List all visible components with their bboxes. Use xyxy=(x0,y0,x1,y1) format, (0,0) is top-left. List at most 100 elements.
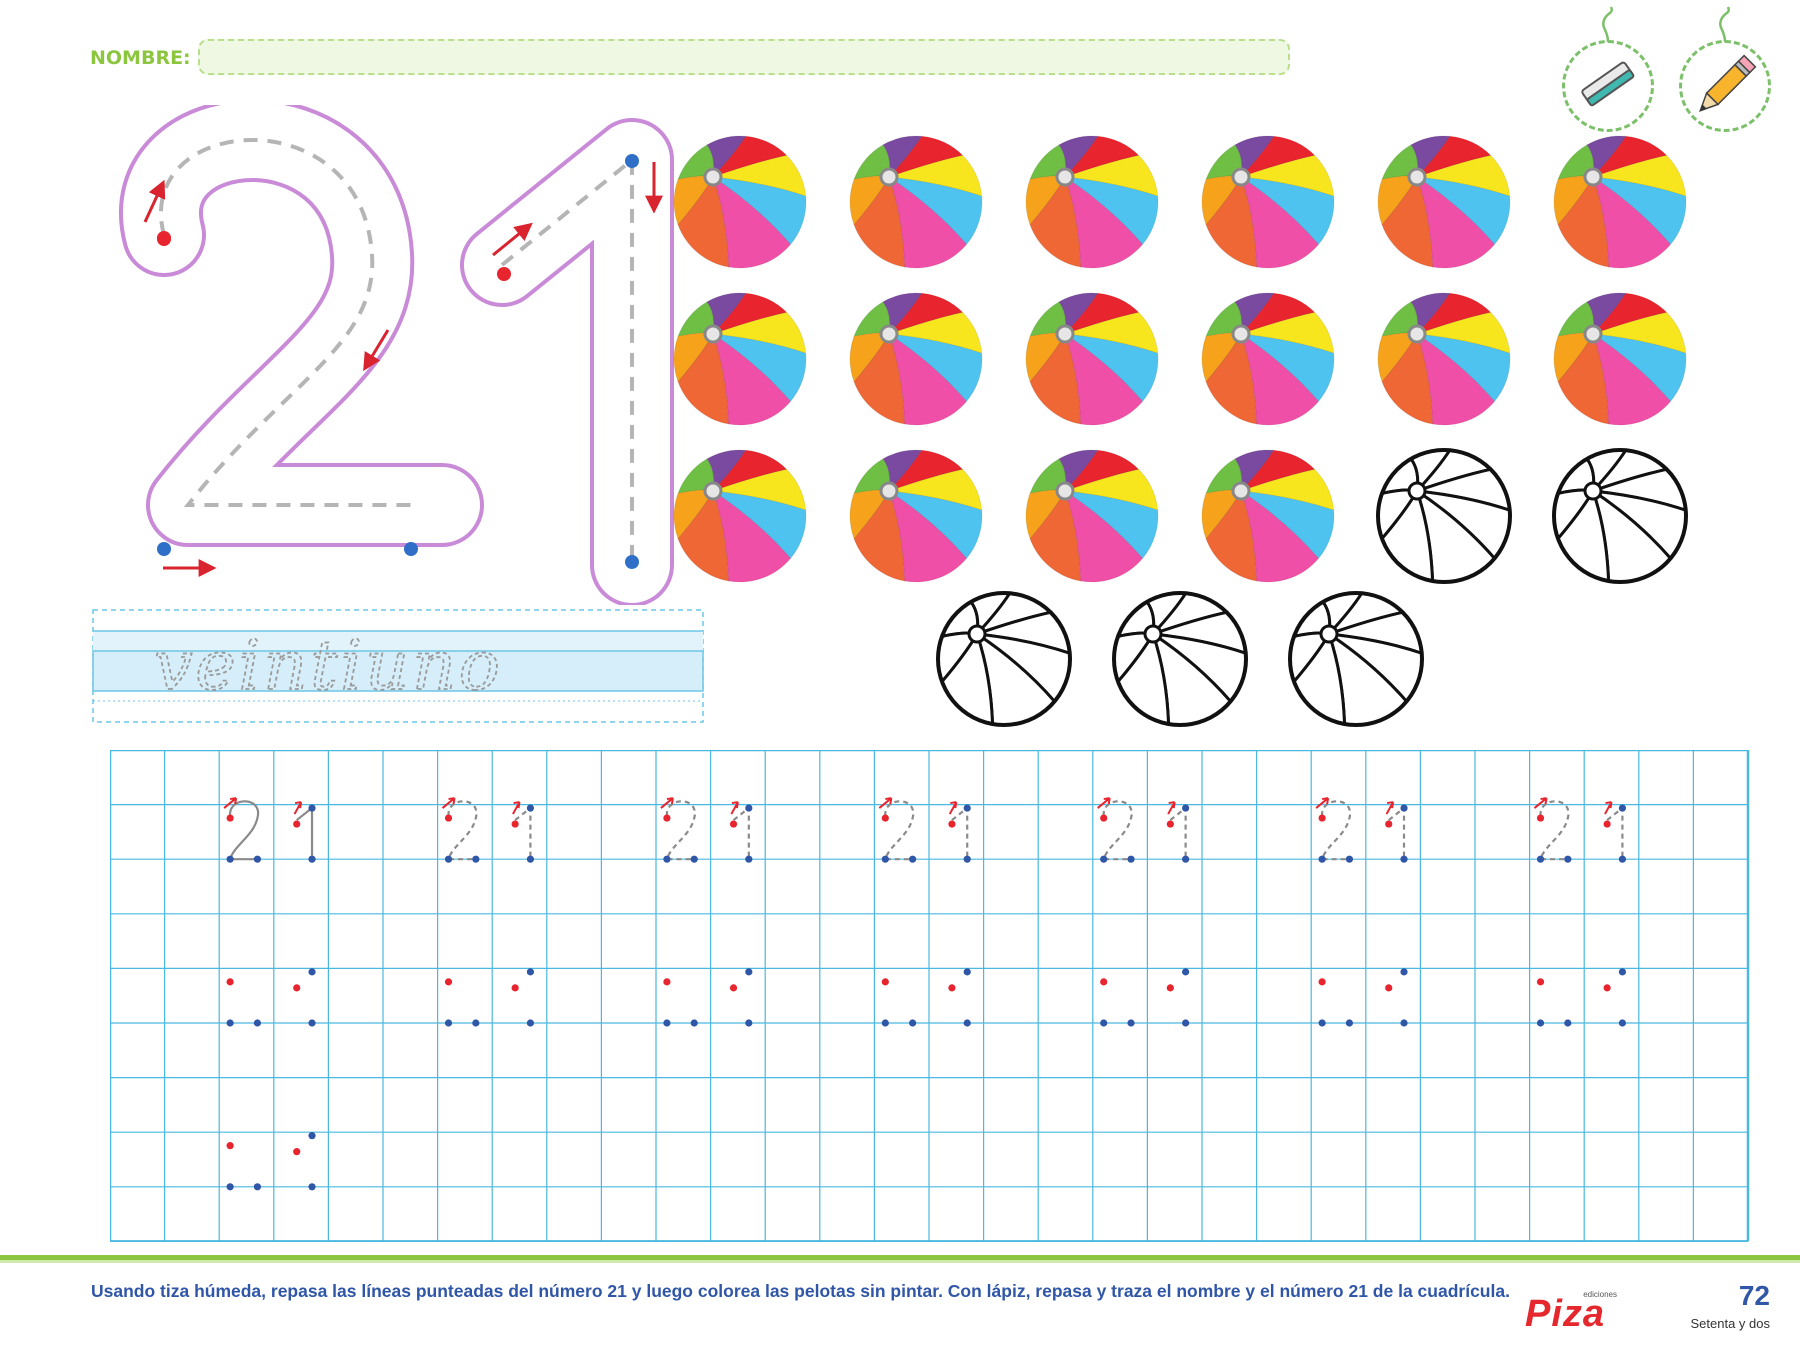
start-dot xyxy=(1385,820,1393,828)
start-dot xyxy=(157,232,171,246)
direction-arrow xyxy=(512,801,521,815)
colored-ball xyxy=(670,446,810,586)
end-dot xyxy=(308,1183,316,1191)
page-number-words: Setenta y dos xyxy=(1690,1316,1771,1331)
direction-arrow xyxy=(1315,797,1330,809)
end-dot xyxy=(472,855,480,863)
end-dot xyxy=(253,1019,262,1027)
end-dot xyxy=(1618,804,1627,812)
end-dot xyxy=(1536,855,1545,863)
word-tracing-box[interactable]: veintiuno xyxy=(92,609,704,723)
end-dot xyxy=(526,968,535,976)
beach-ball-icon xyxy=(1025,135,1159,269)
uncolored-ball[interactable] xyxy=(1286,589,1426,729)
start-dot xyxy=(1166,820,1174,828)
colored-ball xyxy=(1550,132,1690,272)
direction-arrow xyxy=(441,797,456,809)
start-dot xyxy=(1100,978,1108,986)
end-dot xyxy=(526,1019,535,1027)
end-dot xyxy=(1345,855,1354,863)
start-dot xyxy=(293,1148,301,1156)
trace-digit-two xyxy=(665,800,696,861)
end-dot xyxy=(1400,968,1408,976)
trace-digit-two xyxy=(1102,800,1133,861)
trace-digit-one xyxy=(1606,805,1624,860)
colored-ball xyxy=(1374,289,1514,429)
direction-arrow xyxy=(878,797,893,809)
start-dot xyxy=(1318,978,1326,986)
end-dot xyxy=(1318,1019,1326,1027)
colored-ball xyxy=(1022,446,1162,586)
colored-ball xyxy=(1374,132,1514,272)
colored-ball xyxy=(846,446,986,586)
start-dot xyxy=(497,267,511,281)
publisher-logo: ediciones Piza xyxy=(1525,1290,1617,1334)
end-dot xyxy=(881,1019,889,1027)
end-dot xyxy=(963,804,971,812)
end-dot xyxy=(745,968,753,976)
start-dot xyxy=(881,814,889,822)
end-dot xyxy=(1127,1019,1135,1027)
end-dot xyxy=(1100,855,1108,863)
footer-divider xyxy=(0,1255,1800,1263)
uncolored-ball[interactable] xyxy=(934,589,1074,729)
end-dot xyxy=(226,1019,234,1027)
beach-ball-icon xyxy=(1112,591,1248,727)
instructions-text: Usando tiza húmeda, repasa las líneas pu… xyxy=(91,1281,1510,1301)
end-dot xyxy=(1182,968,1190,976)
start-dot xyxy=(1100,814,1108,822)
trace-digit-one xyxy=(1388,805,1406,860)
beach-ball-icon xyxy=(1376,448,1512,584)
beach-ball-icon xyxy=(849,449,983,583)
direction-arrow xyxy=(492,222,533,257)
chalk-icon xyxy=(1581,61,1635,107)
end-dot xyxy=(1536,1019,1545,1027)
beach-ball-icon xyxy=(1552,448,1688,584)
end-dot xyxy=(963,855,971,863)
end-dot xyxy=(663,855,671,863)
end-dot xyxy=(909,1019,917,1027)
end-dot xyxy=(526,804,535,812)
trace-digit-two xyxy=(228,800,260,861)
colored-ball xyxy=(670,289,810,429)
start-dot xyxy=(511,984,519,992)
colored-ball xyxy=(1022,132,1162,272)
end-dot xyxy=(909,855,917,863)
end-dot xyxy=(226,855,234,863)
practice-grid[interactable] xyxy=(110,750,1750,1242)
end-dot xyxy=(625,555,639,569)
word-trace-text: veintiuno xyxy=(154,627,503,706)
end-dot xyxy=(308,968,316,976)
end-dot xyxy=(253,855,262,863)
trace-digit-one xyxy=(1169,805,1187,860)
beach-ball-icon xyxy=(1553,135,1687,269)
end-dot xyxy=(1400,804,1408,812)
beach-ball-icon xyxy=(1201,449,1335,583)
end-dot xyxy=(690,1019,698,1027)
start-dot xyxy=(444,978,453,986)
colored-ball xyxy=(670,132,810,272)
uncolored-ball[interactable] xyxy=(1550,446,1690,586)
start-dot xyxy=(1536,978,1545,986)
end-dot xyxy=(1345,1019,1354,1027)
end-dot xyxy=(745,855,753,863)
uncolored-ball[interactable] xyxy=(1110,589,1250,729)
beach-ball-icon xyxy=(673,292,807,426)
hanger-icon xyxy=(1602,6,1613,43)
start-dot xyxy=(1318,814,1326,822)
end-dot xyxy=(444,855,453,863)
end-dot xyxy=(745,804,753,812)
start-dot xyxy=(663,814,671,822)
start-dot xyxy=(1166,984,1174,992)
end-dot xyxy=(625,154,639,168)
end-dot xyxy=(963,1019,971,1027)
hanger-icon xyxy=(1719,6,1730,43)
end-dot xyxy=(963,968,971,976)
direction-arrow xyxy=(293,801,303,815)
beach-ball-icon xyxy=(1377,135,1511,269)
uncolored-ball[interactable] xyxy=(1374,446,1514,586)
colored-ball xyxy=(1198,446,1338,586)
start-dot xyxy=(1603,820,1611,828)
trace-digit-two xyxy=(447,800,478,861)
end-dot xyxy=(745,1019,753,1027)
